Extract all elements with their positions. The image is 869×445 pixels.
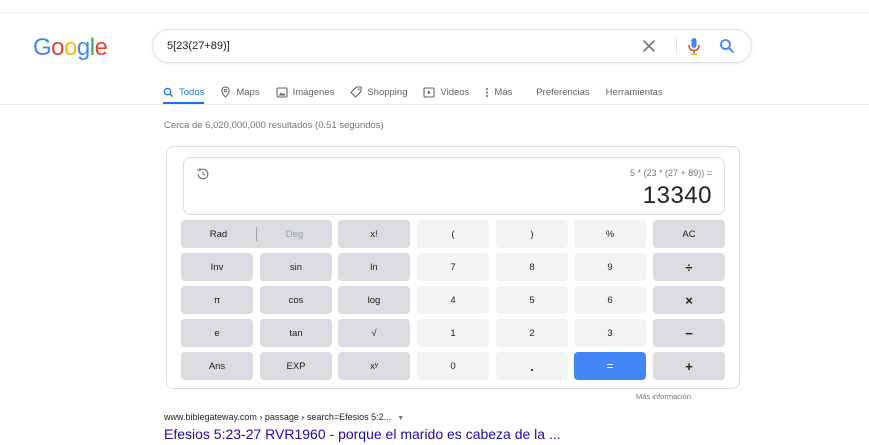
tab-label: Todos [179, 86, 205, 98]
search-icon [163, 87, 174, 97]
tab-label: Preferencias [536, 86, 590, 98]
tab-label: Más [494, 86, 513, 98]
tab-todos[interactable]: Todos [163, 87, 204, 98]
digit-8-key[interactable]: 8 [496, 253, 568, 281]
open-paren-key[interactable]: ( [417, 220, 489, 248]
logo-letter: o [64, 34, 77, 61]
tab-preferencias[interactable]: Preferencias [536, 87, 589, 98]
calculator-result: 13340 [642, 182, 712, 209]
tab-label: Maps [236, 86, 260, 98]
digit-2-key[interactable]: 2 [496, 319, 568, 347]
search-box[interactable] [152, 29, 752, 63]
calculator-display: 5 * (23 * (27 + 89)) = 13340 [183, 157, 725, 215]
result-url[interactable]: www.biblegateway.com › passage › search=… [164, 412, 404, 422]
search-input[interactable] [167, 36, 607, 56]
add-key[interactable]: + [653, 352, 725, 380]
close-icon [643, 40, 655, 52]
search-icon [720, 39, 734, 53]
logo-letter: e [94, 34, 108, 61]
equals-key[interactable]: = [574, 352, 646, 380]
ans-key[interactable]: Ans [181, 352, 253, 380]
divide-key[interactable]: ÷ [653, 253, 725, 281]
digit-1-key[interactable]: 1 [417, 319, 489, 347]
result-url-text: www.biblegateway.com › passage › search=… [164, 412, 392, 422]
tag-icon [350, 86, 362, 98]
percent-key[interactable]: % [574, 220, 646, 248]
rad-deg-toggle[interactable]: Rad Deg [181, 220, 332, 248]
digit-3-key[interactable]: 3 [574, 319, 646, 347]
close-paren-key[interactable]: ) [496, 220, 568, 248]
exp-key[interactable]: EXP [260, 352, 332, 380]
calculator-expression: 5 * (23 * (27 + 89)) = [629, 168, 712, 178]
deg-key[interactable]: Deg [257, 220, 332, 248]
logo-letter: g [76, 34, 90, 61]
tab-label: Shopping [367, 86, 408, 98]
tan-key[interactable]: tan [260, 319, 332, 347]
tab-label: Imágenes [292, 86, 335, 98]
voice-search-button[interactable] [684, 35, 704, 57]
more-info-link[interactable]: Más información [636, 392, 691, 401]
log-key[interactable]: log [338, 286, 410, 314]
tab-herramientas[interactable]: Herramientas [606, 87, 663, 98]
top-divider [0, 12, 869, 13]
logo-letter: G [33, 34, 52, 61]
decimal-key[interactable]: . [496, 352, 568, 380]
clear-button[interactable] [638, 35, 660, 57]
cos-key[interactable]: cos [260, 286, 332, 314]
search-button[interactable] [716, 35, 738, 57]
tab-maps[interactable]: Maps [220, 86, 260, 98]
tab-mas[interactable]: Más [485, 87, 512, 98]
history-icon[interactable] [195, 166, 211, 182]
inv-key[interactable]: Inv [181, 253, 253, 281]
result-stats: Cerca de 6,020,000,000 resultados (0.51 … [164, 120, 384, 131]
tab-videos[interactable]: Videos [423, 87, 469, 98]
rad-key[interactable]: Rad [181, 220, 256, 248]
search-tabs: Todos Maps Imágenes Shopping Videos Más … [163, 84, 679, 100]
tab-label: Herramientas [605, 86, 663, 98]
tab-imagenes[interactable]: Imágenes [276, 86, 335, 98]
play-icon [423, 86, 436, 98]
sqrt-key[interactable]: √ [338, 319, 410, 347]
pi-key[interactable]: π [181, 286, 253, 314]
search-divider [676, 38, 677, 54]
digit-4-key[interactable]: 4 [417, 286, 489, 314]
google-logo[interactable]: Google [33, 34, 108, 62]
e-key[interactable]: e [181, 319, 253, 347]
power-key[interactable]: xʸ [338, 352, 410, 380]
multiply-key[interactable]: × [653, 286, 725, 314]
microphone-icon [688, 38, 700, 55]
digit-6-key[interactable]: 6 [574, 286, 646, 314]
ln-key[interactable]: ln [338, 253, 410, 281]
factorial-key[interactable]: x! [338, 220, 410, 248]
clear-all-key[interactable]: AC [653, 220, 725, 248]
dropdown-caret-icon[interactable]: ▼ [397, 415, 404, 422]
result-title-link[interactable]: Efesios 5:23-27 RVR1960 - porque el mari… [164, 426, 561, 442]
digit-5-key[interactable]: 5 [496, 286, 568, 314]
calculator-widget: 5 * (23 * (27 + 89)) = 13340 Rad Deg x! … [166, 146, 740, 389]
tabs-divider [0, 104, 869, 105]
location-icon [221, 86, 231, 98]
tab-shopping[interactable]: Shopping [350, 86, 407, 98]
more-vert-icon [486, 87, 489, 97]
sin-key[interactable]: sin [260, 253, 332, 281]
image-icon [276, 86, 288, 98]
digit-9-key[interactable]: 9 [574, 253, 646, 281]
tab-label: Videos [440, 86, 470, 98]
logo-letter: o [51, 34, 65, 61]
digit-7-key[interactable]: 7 [417, 253, 489, 281]
subtract-key[interactable]: − [653, 319, 725, 347]
digit-0-key[interactable]: 0 [417, 352, 489, 380]
